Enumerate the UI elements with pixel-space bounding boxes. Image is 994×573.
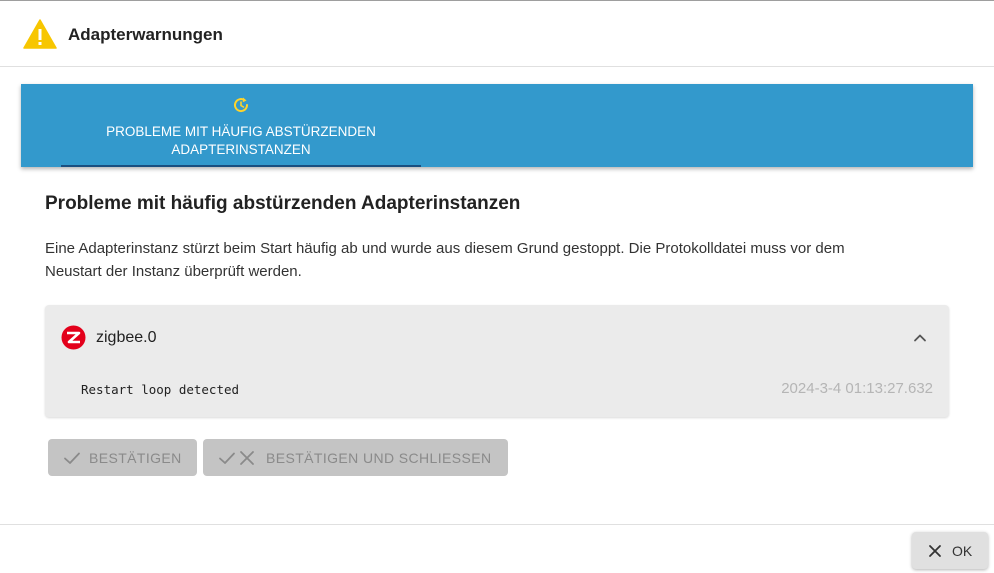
zigbee-logo-icon <box>61 325 86 350</box>
close-icon <box>240 450 254 465</box>
ok-button[interactable]: OK <box>912 532 988 569</box>
section-content: Probleme mit häufig abstürzenden Adapter… <box>45 193 949 283</box>
check-icon <box>64 452 80 464</box>
adapter-warnings-dialog: Adapterwarnungen Probleme mit häufig abs… <box>0 0 994 573</box>
instance-name: zigbee.0 <box>96 329 157 346</box>
section-title: Probleme mit häufig abstürzenden Adapter… <box>45 193 521 214</box>
dialog-title: Adapterwarnungen <box>68 25 223 44</box>
instance-accordion[interactable]: zigbee.0 Restart loop detected 2024-3-4 … <box>45 305 949 417</box>
confirm-and-close-button-label: Bestätigen und schliessen <box>266 449 492 466</box>
dialog-header: Adapterwarnungen <box>0 1 994 67</box>
tab-label-line2: Adapterinstanzen <box>171 142 311 157</box>
tab-selected-indicator <box>61 165 421 167</box>
ok-button-label: OK <box>952 542 973 559</box>
chevron-up-icon[interactable] <box>911 329 929 347</box>
check-icon <box>219 452 235 464</box>
instance-timestamp: 2024-3-4 01:13:27.632 <box>781 380 933 397</box>
footer-divider <box>0 524 994 525</box>
tab-bar: Probleme mit häufig abstürzenden Adapter… <box>21 84 973 167</box>
instance-message: Restart loop detected <box>81 382 240 397</box>
description-line1: Eine Adapterinstanz stürzt beim Start hä… <box>45 240 845 257</box>
section-description: Eine Adapterinstanz stürzt beim Start hä… <box>45 237 949 283</box>
description-line2: Neustart der Instanz überprüft werden. <box>45 263 302 280</box>
close-icon <box>929 544 941 557</box>
warning-triangle-icon <box>23 19 57 49</box>
confirm-button-label: Bestätigen <box>89 449 182 466</box>
confirm-and-close-button[interactable]: Bestätigen und schliessen <box>203 439 508 476</box>
restart-icon <box>234 97 249 113</box>
confirm-button[interactable]: Bestätigen <box>48 439 197 476</box>
tab-label: Probleme mit häufig abstürzenden Adapter… <box>61 123 421 159</box>
tab-crashing-instances[interactable]: Probleme mit häufig abstürzenden Adapter… <box>61 84 421 167</box>
tab-label-line1: Probleme mit häufig abstürzenden <box>106 124 376 139</box>
